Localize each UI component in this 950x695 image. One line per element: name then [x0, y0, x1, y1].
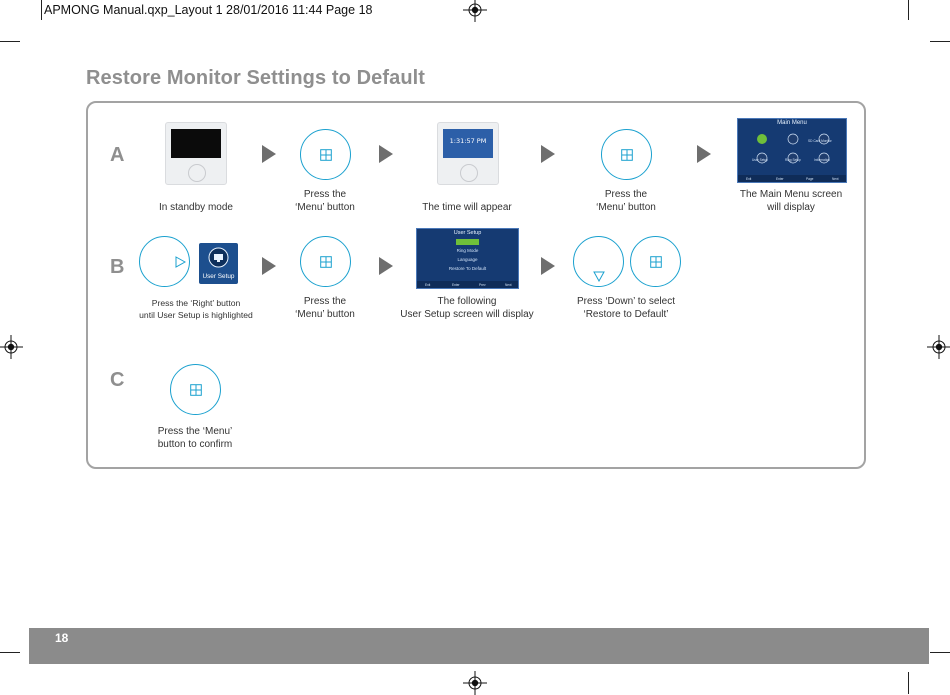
main-menu-label: Ring Setup	[785, 158, 801, 162]
main-menu-label: Information	[814, 158, 830, 162]
footer-label: Next	[505, 283, 512, 287]
monitor-screen-time: 1:31:57 PM	[443, 129, 493, 158]
page-number: 18	[55, 631, 69, 645]
user-setup-item: Language	[457, 257, 478, 262]
step-arrow-icon	[379, 145, 393, 163]
user-setup-icon	[208, 247, 229, 268]
user-setup-item-highlight	[456, 239, 479, 245]
menu-grid-icon	[621, 149, 633, 161]
footer-label: Exit	[746, 177, 752, 181]
main-menu-icons	[756, 133, 830, 164]
main-menu-title: Main Menu	[777, 120, 807, 126]
menu-button-circle	[170, 364, 221, 415]
triangle-down-icon	[593, 271, 605, 282]
crop-mark	[0, 652, 20, 653]
crop-mark	[0, 41, 20, 42]
main-menu-footer: Exit Enter Page Next	[738, 175, 846, 182]
registration-mark-icon	[463, 671, 487, 695]
caption-press-down: Press ‘Down’ to select ‘Restore to Defau…	[577, 296, 675, 320]
step-arrow-icon	[262, 145, 276, 163]
user-setup-footer: Exit Enter Prev Next	[417, 281, 518, 288]
crop-mark	[908, 672, 909, 694]
footer-label: Enter	[452, 283, 460, 287]
row-letter-c: C	[110, 369, 125, 391]
step-arrow-icon	[541, 145, 555, 163]
footer-label: Prev	[479, 283, 486, 287]
print-slug: APMONG Manual.qxp_Layout 1 28/01/2016 11…	[44, 3, 373, 17]
page-title: Restore Monitor Settings to Default	[86, 67, 426, 89]
registration-mark-icon	[927, 335, 950, 359]
menu-grid-icon	[320, 149, 332, 161]
footer-label: Enter	[776, 177, 784, 181]
step-arrow-icon	[379, 257, 393, 275]
monitor-screen-off	[171, 129, 221, 158]
user-setup-tile: User Setup	[199, 243, 238, 284]
row-letter-b: B	[110, 256, 125, 278]
step-arrow-icon	[697, 145, 711, 163]
user-setup-item: Ring Mode	[456, 248, 479, 253]
menu-grid-icon	[320, 256, 332, 268]
crop-mark	[930, 652, 950, 653]
triangle-right-icon	[175, 256, 186, 268]
caption-time-appear: The time will appear	[422, 202, 512, 213]
menu-grid-icon	[190, 384, 202, 396]
monitor-standby-image	[165, 122, 227, 185]
menu-button-circle	[300, 236, 351, 287]
monitor-keypad	[460, 164, 478, 182]
caption-menu-press-b: Press the ‘Menu’ button	[295, 296, 355, 320]
crop-mark	[41, 0, 42, 20]
user-setup-title: User Setup	[453, 230, 482, 236]
step-arrow-icon	[262, 257, 276, 275]
user-setup-screen: User Setup Ring Mode Language Restore To…	[416, 228, 519, 289]
footer-label: Exit	[425, 283, 431, 287]
caption-press-right: Press the ‘Right’ button until User Setu…	[139, 298, 253, 320]
crop-mark	[930, 41, 950, 42]
monitor-time-image: 1:31:57 PM	[437, 122, 499, 185]
right-button-circle	[139, 236, 190, 287]
caption-menu-press-a1: Press the ‘Menu’ button	[295, 189, 355, 213]
menu-button-circle	[630, 236, 681, 287]
main-menu-label: User Setup	[752, 158, 768, 162]
footer-label: Next	[832, 177, 839, 181]
down-button-circle	[573, 236, 624, 287]
registration-mark-icon	[0, 335, 23, 359]
menu-grid-icon	[650, 256, 662, 268]
footer-label: Page	[806, 177, 814, 181]
menu-button-circle	[300, 129, 351, 180]
user-setup-tile-label: User Setup	[202, 273, 235, 280]
user-setup-item: Restore To Default	[448, 266, 487, 271]
screen-time-text: 1:31:57 PM	[449, 137, 487, 145]
caption-user-setup: The following User Setup screen will dis…	[400, 296, 534, 320]
row-letter-a: A	[110, 144, 125, 166]
footer-bar	[29, 628, 929, 664]
main-menu-label: SD Card Monitor	[808, 139, 832, 143]
registration-mark-icon	[463, 0, 487, 22]
caption-main-menu: The Main Menu screen will display	[739, 189, 843, 213]
caption-menu-press-a2: Press the ‘Menu’ button	[596, 189, 656, 213]
crop-mark	[908, 0, 909, 20]
caption-confirm: Press the ‘Menu’ button to confirm	[157, 426, 233, 450]
main-menu-screen: Main Menu SD Card Monitor User Setup Rin…	[737, 118, 847, 183]
caption-standby: In standby mode	[159, 202, 233, 213]
menu-button-circle	[601, 129, 652, 180]
step-arrow-icon	[541, 257, 555, 275]
monitor-keypad	[188, 164, 206, 182]
